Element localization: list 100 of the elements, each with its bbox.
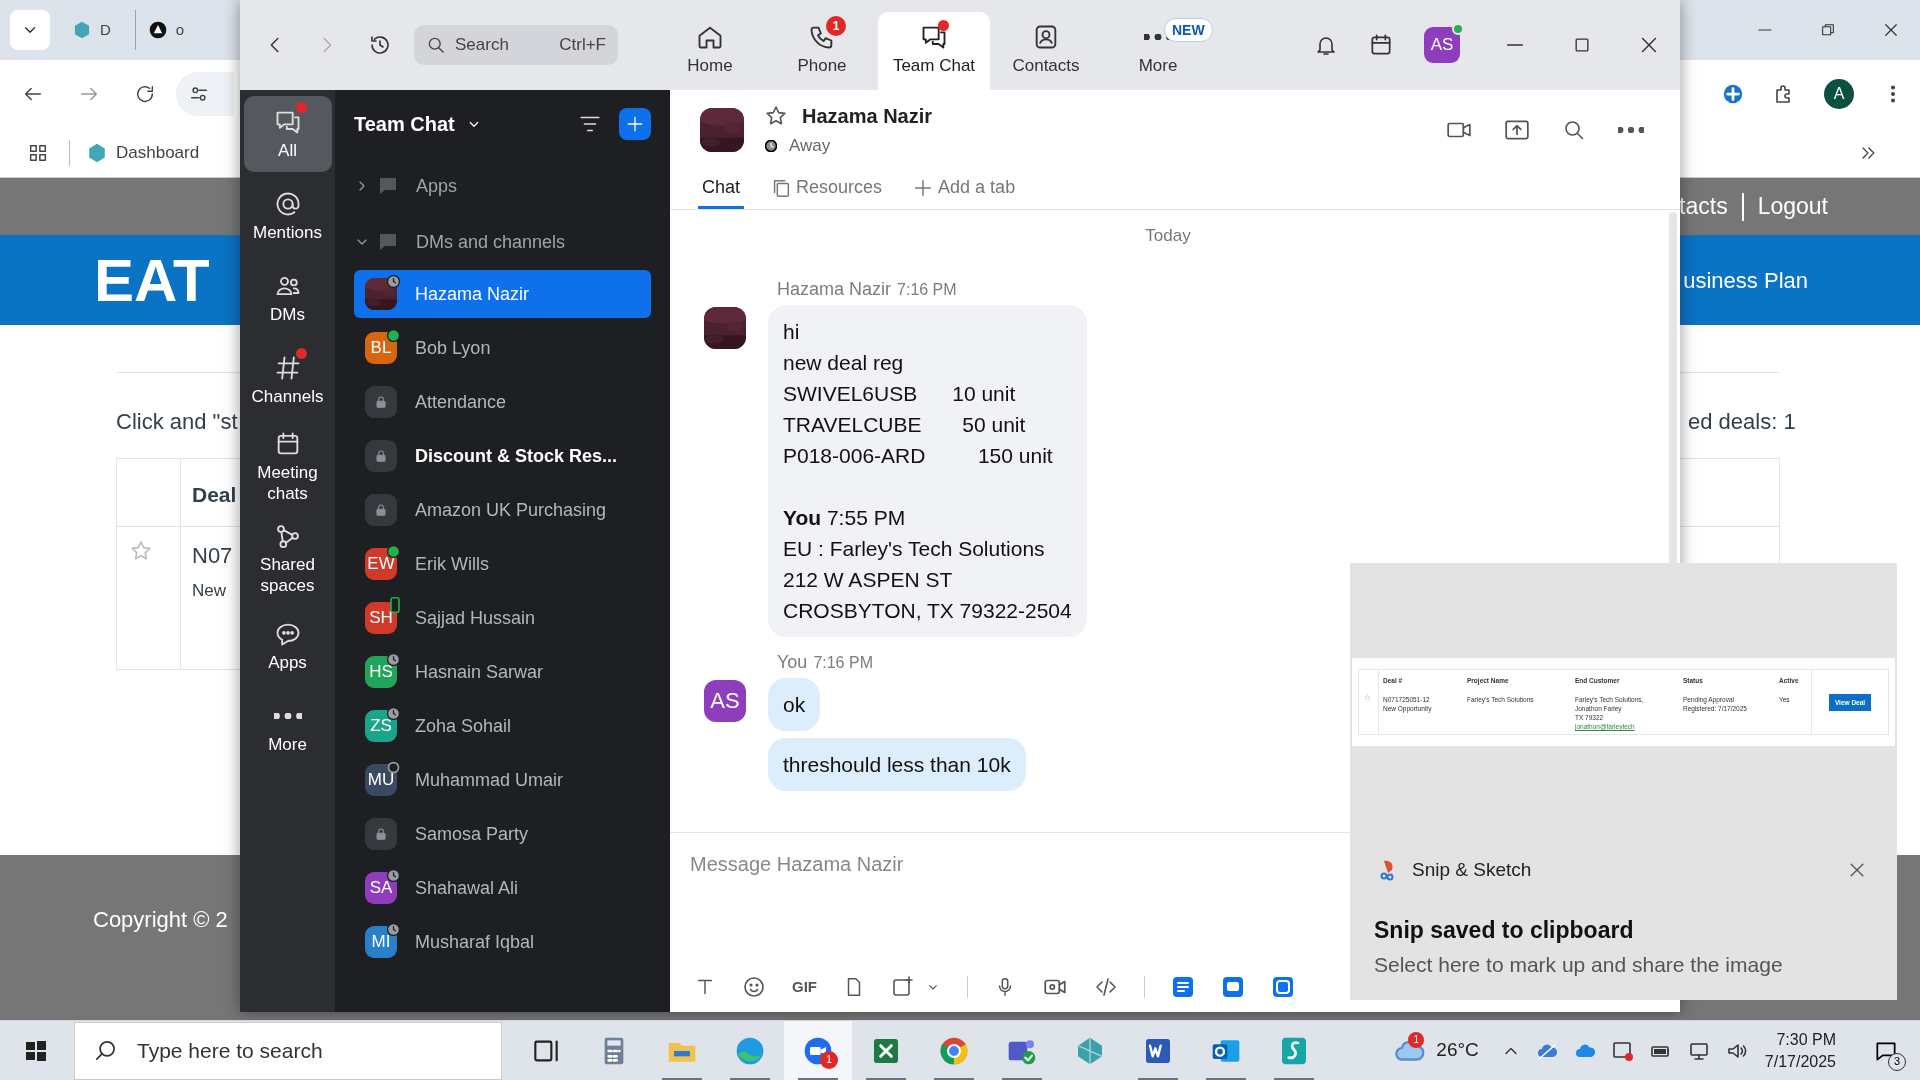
nav-tab[interactable]: Team Chat — [878, 12, 990, 90]
sidebar-item[interactable]: Apps — [243, 608, 332, 684]
chat-tab[interactable]: Add a tab — [908, 169, 1020, 209]
avatar: MU — [365, 764, 397, 796]
notification-center-button[interactable]: 3 — [1866, 1030, 1906, 1071]
section-header[interactable]: Apps — [354, 158, 651, 214]
star-icon[interactable] — [129, 539, 153, 563]
avatar: HS — [365, 656, 397, 688]
profile-avatar[interactable]: A — [1824, 79, 1854, 109]
search-field[interactable]: Search Ctrl+F — [414, 25, 618, 65]
deal-number: N07 — [192, 542, 233, 570]
nav-tab[interactable]: 1 Phone — [766, 12, 878, 90]
search-icon[interactable] — [1562, 118, 1586, 142]
hexagon-icon — [72, 20, 92, 40]
sidebar-item[interactable]: DMs — [243, 260, 332, 336]
sidebar-item[interactable]: Meeting chats — [243, 424, 332, 510]
contact-status: Away — [789, 135, 831, 158]
chat-list-item[interactable]: EW Erik Wills — [354, 540, 651, 588]
plus-icon — [625, 114, 645, 134]
notification-toast[interactable] — [1350, 563, 1897, 1000]
sidebar-item[interactable]: Shared spaces — [243, 516, 332, 602]
banner-link[interactable]: usiness Plan — [1683, 263, 1808, 297]
user-avatar[interactable]: AS — [1424, 27, 1460, 63]
chat-list-item[interactable]: HS Hasnain Sarwar — [354, 648, 651, 696]
lock-icon — [373, 394, 389, 410]
panel-title[interactable]: Team Chat — [354, 109, 483, 139]
windows-start-icon[interactable] — [24, 1038, 48, 1063]
browser-tab[interactable]: D — [72, 10, 111, 50]
sender-name: Hazama Nazir — [777, 277, 892, 301]
hexagon-icon — [86, 141, 108, 164]
column-header: Deal — [191, 482, 237, 508]
share-screen-icon[interactable] — [1504, 117, 1530, 143]
clock[interactable]: 7:30 PM 7/17/2025 — [1764, 1028, 1836, 1073]
chat-list-item[interactable]: ZS Zoha Sohail — [354, 702, 651, 750]
address-bar[interactable] — [176, 72, 234, 116]
message-bubble: ok — [768, 677, 821, 731]
message-time: 7:16 PM — [813, 652, 873, 673]
nav-tab[interactable]: Contacts — [990, 12, 1102, 90]
chat-list-item[interactable]: Attendance — [354, 378, 651, 426]
nav-link[interactable]: tacts — [1679, 189, 1728, 224]
reload-icon[interactable] — [134, 83, 156, 105]
chat-list-item[interactable]: MU Muhammad Umair — [354, 756, 651, 804]
logo: EAT — [94, 245, 210, 315]
history-icon[interactable] — [368, 33, 392, 57]
copyright-text: Copyright © 2 — [93, 906, 228, 934]
new-chat-button[interactable] — [619, 108, 651, 140]
deal-type: New — [192, 580, 227, 602]
sidebar-item[interactable]: More — [243, 690, 332, 766]
message-time: 7:16 PM — [897, 279, 957, 300]
app-icon[interactable] — [1271, 975, 1295, 999]
sidebar-item[interactable]: All — [243, 96, 332, 172]
document-app-icon[interactable] — [1171, 975, 1195, 999]
sidebar-item[interactable]: Channels — [243, 342, 332, 418]
taskbar-button[interactable]: 1 — [784, 1020, 852, 1080]
section-header[interactable]: DMs and channels — [354, 214, 651, 270]
chat-list-item[interactable]: Hazama Nazir — [354, 270, 651, 318]
close-icon[interactable] — [1882, 21, 1900, 39]
chat-app-icon[interactable] — [1221, 975, 1245, 999]
message-bubble: hi new deal reg SWIVEL6USB 10 unit TRAVELCUBE 50 unit P018-006-ARD 150 unit You 7:55 PM EU : Farley's Tech Solutions 212 W ASPEN ST CROSBYTON, TX 79322-2504 — [768, 304, 1087, 637]
star-icon — [1364, 694, 1371, 701]
avatar: AS — [704, 679, 746, 722]
chat-list-item[interactable]: BL Bob Lyon — [354, 324, 651, 372]
chat-list-item[interactable]: SA Shahawal Ali — [354, 864, 651, 912]
chat-list-item[interactable]: SH Sajjad Hussain — [354, 594, 651, 642]
sidebar-item[interactable]: Mentions — [243, 178, 332, 254]
avatar: SA — [365, 872, 397, 904]
nav-tab[interactable]: NEW More — [1102, 12, 1214, 90]
weather-widget[interactable]: 1 26°C — [1392, 1033, 1479, 1068]
new-badge: NEW — [1164, 18, 1213, 42]
chat-list-item[interactable]: Discount & Stock Res... — [354, 432, 651, 480]
code-icon[interactable] — [1094, 975, 1118, 999]
extension-icon[interactable] — [1722, 83, 1744, 105]
calendar-icon[interactable] — [1368, 32, 1394, 58]
screenshot-icon[interactable] — [891, 975, 915, 999]
chat-list-item[interactable]: MI Musharaf Iqbal — [354, 918, 651, 966]
chat-list-item[interactable]: Samosa Party — [354, 810, 651, 858]
lock-icon — [373, 826, 389, 842]
contact-name: Hazama Nazir — [802, 104, 933, 130]
browser-tab[interactable]: o — [134, 10, 185, 50]
gif-button[interactable]: GIF — [792, 975, 817, 999]
notification-badge: 1 — [826, 16, 846, 36]
emoji-icon[interactable] — [742, 975, 766, 999]
sender-name: You — [777, 650, 808, 674]
bookmark-link[interactable]: Dashboard — [86, 139, 200, 166]
notification-body: Select here to mark up and share the image — [1374, 952, 1784, 978]
avatar: BL — [365, 332, 397, 364]
app-name: Snip & Sketch — [1412, 858, 1532, 882]
nav-link[interactable]: Logout — [1757, 189, 1828, 224]
chat-tab[interactable]: Resources — [766, 169, 887, 209]
more-icon — [273, 712, 302, 719]
more-icon[interactable] — [1618, 127, 1644, 133]
notification-title: Snip saved to clipboard — [1374, 915, 1635, 945]
chat-list-item[interactable]: Amazon UK Purchasing — [354, 486, 651, 534]
restore-icon[interactable] — [1820, 22, 1836, 38]
nav-tab[interactable]: Home — [654, 12, 766, 90]
message-bubble: threshould less than 10k — [768, 737, 1026, 791]
taskbar-search-field[interactable]: Type here to search — [74, 1021, 502, 1080]
avatar: ZS — [365, 710, 397, 742]
avatar: SH — [365, 602, 397, 634]
chat-tab[interactable]: Chat — [698, 169, 745, 209]
